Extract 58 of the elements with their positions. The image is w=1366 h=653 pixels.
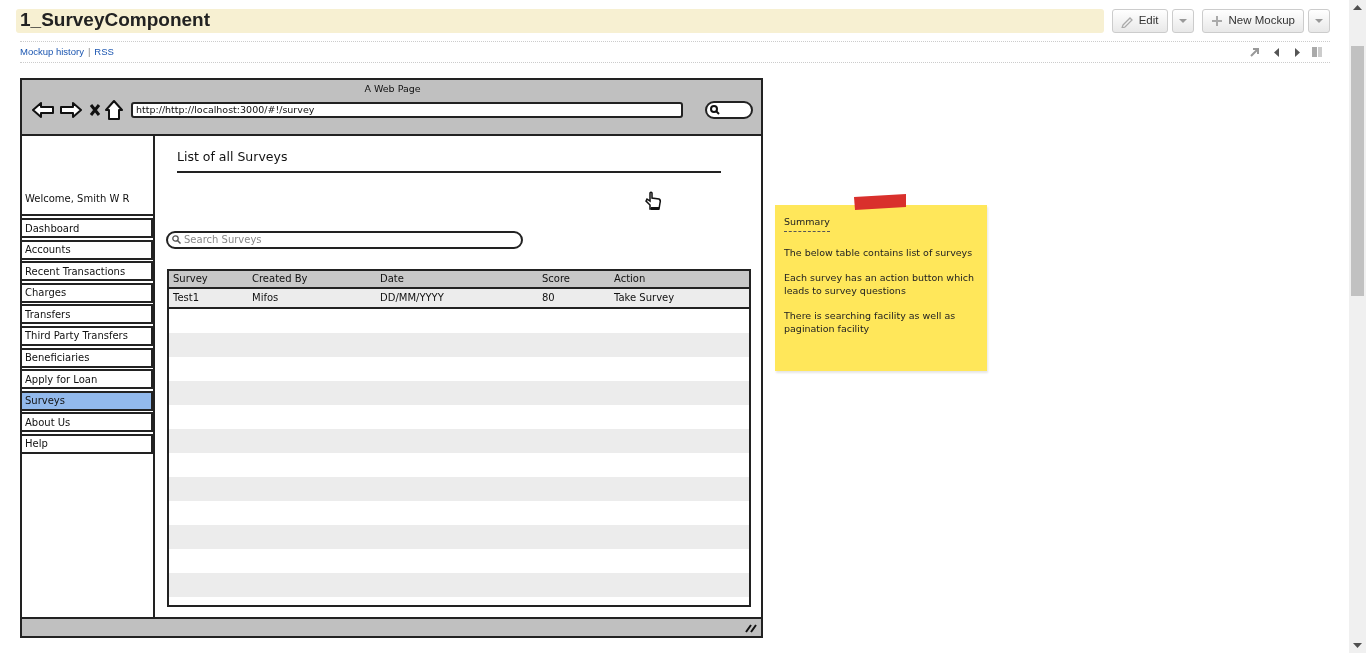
next-icon[interactable]	[1294, 47, 1300, 57]
nav-item[interactable]: Help	[22, 433, 153, 454]
previous-icon[interactable]	[1274, 47, 1280, 57]
link[interactable]: RSS	[94, 44, 114, 60]
toolbar-button[interactable]: Edit	[1111, 9, 1168, 33]
table-cell-text: 80	[542, 291, 556, 306]
column-header: Action	[614, 272, 647, 287]
plus-icon	[1210, 14, 1224, 28]
back-icon[interactable]	[32, 101, 54, 120]
url-field[interactable]: http://http://localhost:3000/#!/survey	[131, 102, 683, 119]
search-icon	[710, 105, 720, 116]
note-text: The below table contains list of surveys	[784, 246, 974, 260]
window-title: A Web Page	[363, 82, 422, 96]
nav-item[interactable]: Accounts	[22, 239, 153, 260]
search-field[interactable]: Search Surveys	[166, 230, 523, 249]
column-header: Survey	[173, 272, 209, 287]
close-icon[interactable]	[89, 103, 101, 118]
page-title: 1_SurveyComponent	[16, 9, 1104, 33]
table-cell-text: DD/MM/YYYY	[380, 291, 445, 306]
note-text: There is searching facility as well as pagination facility	[784, 309, 957, 336]
nav-item[interactable]: Beneficiaries	[22, 347, 153, 368]
welcome-text: Welcome, Smith W R	[25, 192, 130, 206]
hand-cursor-icon	[644, 190, 662, 211]
column-header: Score	[542, 272, 571, 287]
home-icon[interactable]	[105, 100, 123, 121]
caret-icon	[1178, 18, 1187, 24]
table-cell-text: Test1	[173, 291, 201, 306]
toolbar-button[interactable]: New Mockup	[1201, 9, 1304, 33]
expand-arrow-icon[interactable]	[1250, 47, 1260, 57]
dropdown-button[interactable]	[1308, 9, 1330, 33]
link-separator: |	[87, 44, 91, 59]
column-header: Date	[380, 272, 405, 287]
nav-item[interactable]: Charges	[22, 282, 153, 303]
page-heading: List of all Surveys	[177, 148, 721, 173]
nav-item[interactable]: Transfers	[22, 304, 153, 325]
scroll-up-icon[interactable]	[1353, 5, 1362, 10]
tape-icon	[853, 193, 907, 211]
scrollbar[interactable]	[1349, 0, 1366, 653]
nav-item[interactable]: Recent Transactions	[22, 261, 153, 282]
caret-icon	[1315, 18, 1323, 24]
note-title: Summary	[784, 215, 830, 233]
link[interactable]: Mockup history	[20, 44, 84, 60]
table-cell-text: Take Survey	[614, 291, 676, 306]
nav-item[interactable]: Surveys	[22, 390, 153, 411]
column-header: Created By	[252, 272, 309, 287]
search-field[interactable]	[705, 101, 753, 120]
nav-item[interactable]: Third Party Transfers	[22, 325, 153, 346]
scrollbar-thumb[interactable]	[1351, 46, 1364, 296]
search-icon	[172, 235, 181, 245]
resize-grip-icon[interactable]	[745, 622, 757, 633]
nav-item[interactable]: About Us	[22, 412, 153, 433]
nav-item[interactable]: Dashboard	[22, 218, 153, 238]
nav-item[interactable]: Apply for Loan	[22, 369, 153, 390]
forward-icon[interactable]	[60, 101, 82, 120]
table-cell-text: Mifos	[252, 291, 280, 306]
scroll-down-icon[interactable]	[1353, 643, 1362, 648]
dropdown-button[interactable]	[1171, 9, 1194, 33]
note-text: Each survey has an action button which leads to survey questions	[784, 271, 976, 298]
